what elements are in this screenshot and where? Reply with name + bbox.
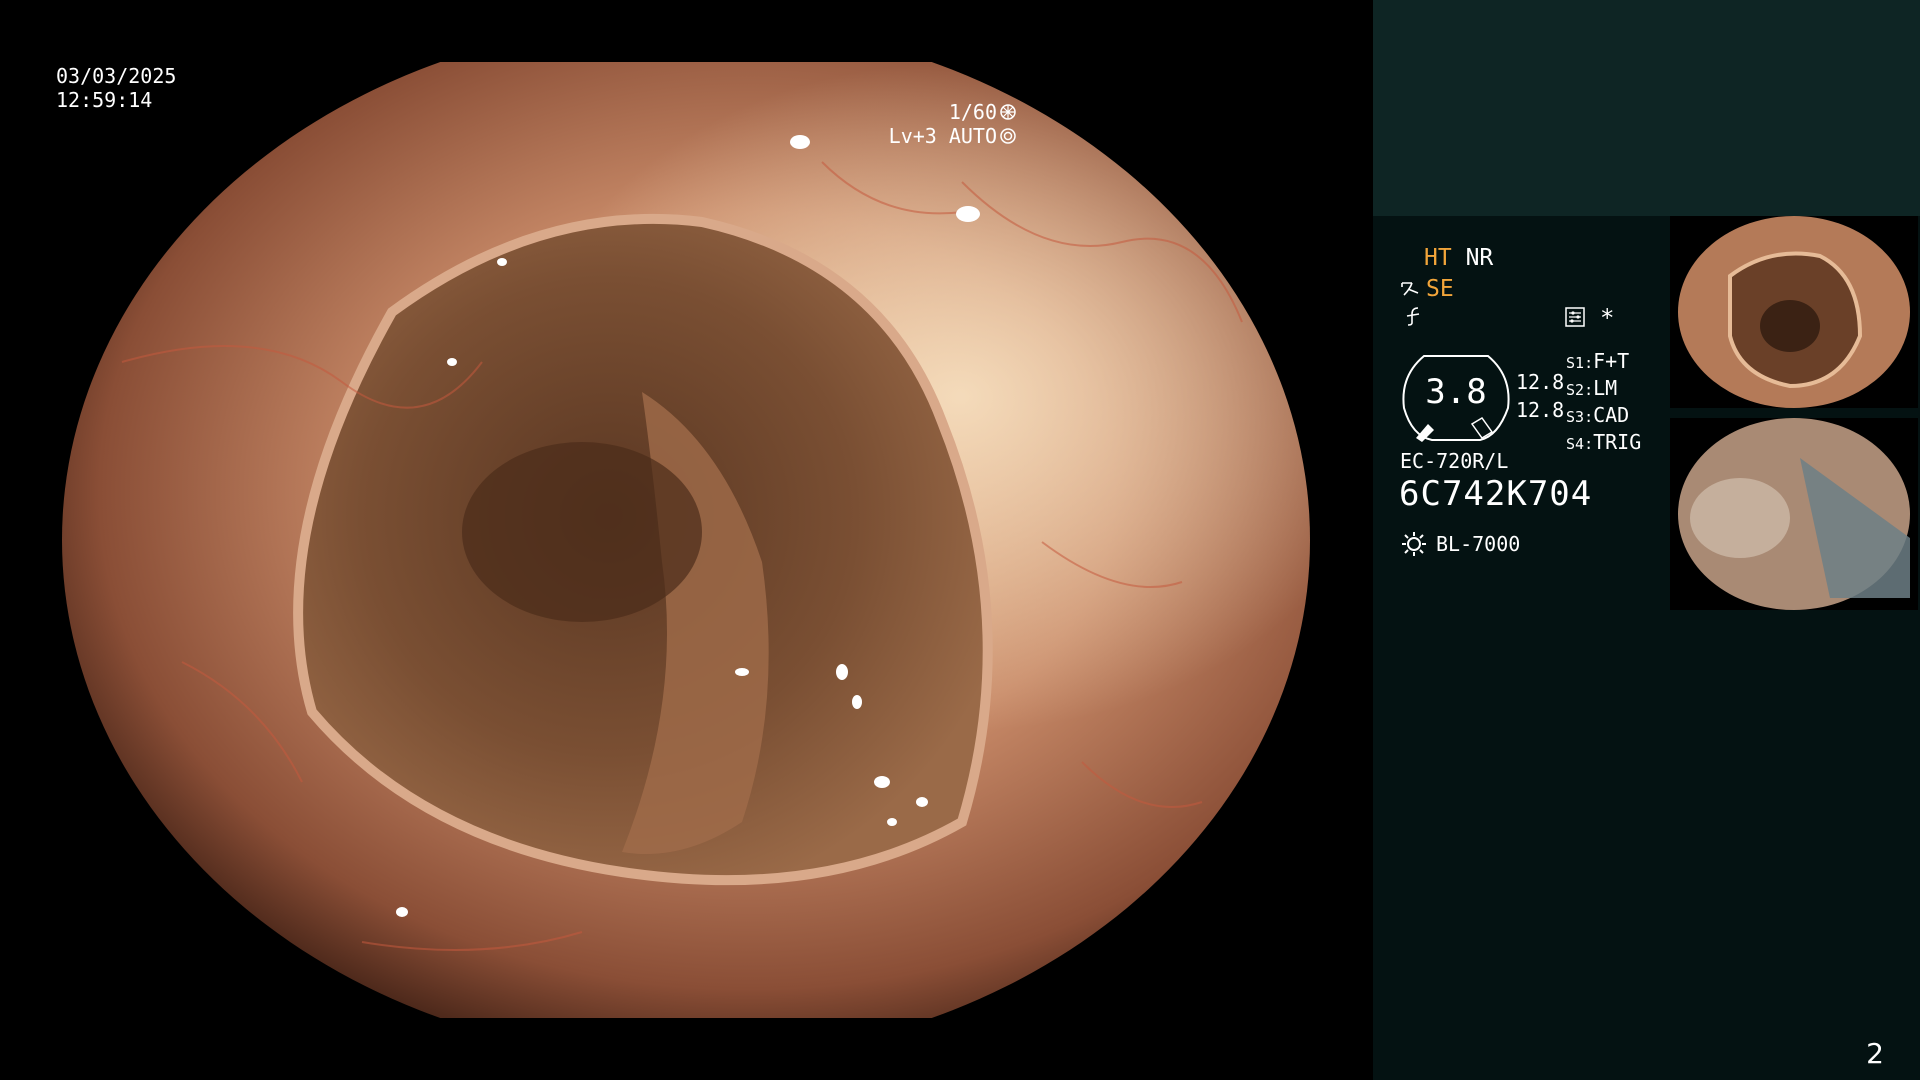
freeze-indicator — [1402, 305, 1424, 334]
switch-item: S2:LM — [1566, 376, 1618, 400]
capture-thumbnail-1[interactable] — [1670, 216, 1918, 408]
exposure-readout: 1/60 Lv+3 AUTO — [889, 100, 1017, 148]
auto-iris-icon — [1000, 128, 1016, 144]
ht-mode-label: HT — [1424, 245, 1452, 271]
time-text: 12:59:14 — [56, 88, 153, 112]
endoscope-main-view: 03/03/2025 12:59:14 1/60 Lv+3 AUTO — [0, 0, 1373, 1080]
light-source-icon — [1402, 532, 1426, 556]
endoscope-image — [62, 62, 1310, 1018]
nr-mode-label: NR — [1465, 245, 1494, 271]
date-text: 03/03/2025 — [56, 64, 177, 88]
freeze-icon — [1406, 307, 1420, 326]
datetime-readout: 03/03/2025 12:59:14 — [56, 64, 176, 112]
thumbnail-image-2 — [1670, 418, 1918, 610]
scope-switch-list: S1:F+T S2:LM S3:CAD S4:TRIG — [1566, 349, 1641, 457]
gauge-side-value-1: 12.8 — [1516, 370, 1565, 394]
capture-thumbnail-2[interactable] — [1670, 418, 1918, 610]
switch-item: S4:TRIG — [1566, 430, 1642, 454]
switch-item: S3:CAD — [1566, 403, 1630, 427]
mode-row-se: SE — [1400, 275, 1454, 303]
scope-model: EC-720R/L — [1400, 449, 1509, 473]
switch-item: S1:F+T — [1566, 349, 1630, 373]
gauge-side-value-2: 12.8 — [1516, 398, 1565, 422]
structure-enhance-icon — [1401, 282, 1419, 296]
settings-icon — [1565, 307, 1585, 327]
page-number: 2 — [1866, 1037, 1884, 1070]
scope-serial: 6C742K704 — [1399, 474, 1593, 514]
asterisk-icon: * — [1600, 304, 1615, 332]
mode-row-ht-nr: HT NR — [1424, 244, 1493, 272]
shutter-text: 1/60 — [948, 100, 997, 124]
exposure-level-text: Lv+3 — [888, 124, 937, 148]
light-source-row: BL-7000 — [1400, 530, 1520, 558]
thumbnail-image-1 — [1670, 216, 1918, 408]
gauge-value: 3.8 — [1425, 372, 1487, 412]
se-mode-label: SE — [1426, 276, 1454, 302]
status-panel-header — [1373, 0, 1920, 216]
light-source-label: BL-7000 — [1436, 532, 1521, 556]
exposure-mode-text: AUTO — [948, 124, 997, 148]
shutter-icon — [1000, 104, 1016, 120]
